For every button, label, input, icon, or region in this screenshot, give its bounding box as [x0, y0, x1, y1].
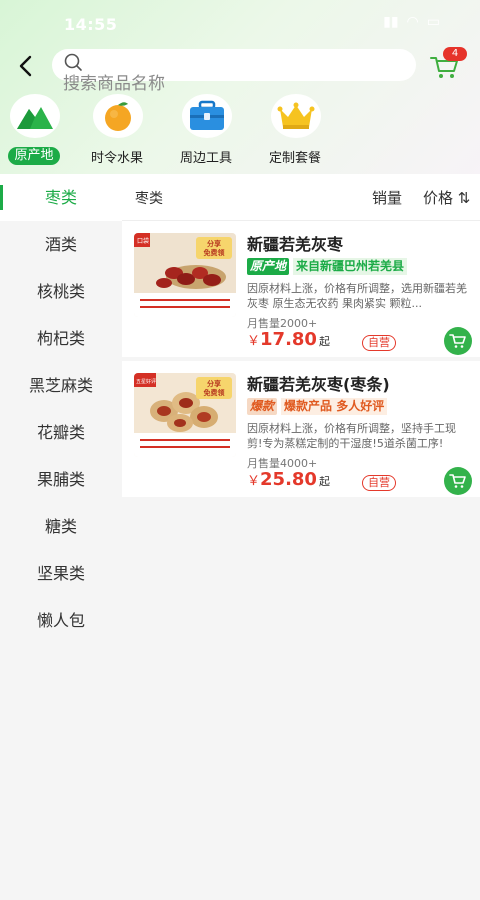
image-free-label: 免费领: [204, 248, 225, 257]
crown-icon: [271, 94, 321, 138]
add-to-cart-button[interactable]: [444, 467, 472, 495]
wifi-icon: ◠: [406, 14, 419, 30]
cart-add-icon: [449, 474, 466, 488]
back-button[interactable]: [12, 50, 40, 82]
product-title: 新疆若羌灰枣: [247, 235, 344, 254]
product-panel: 枣类 销量 价格 ⇅ 口袋 分享 免费领 新疆若羌灰枣 原产地 来自新疆巴州若羌…: [122, 174, 480, 900]
active-indicator: [0, 185, 3, 210]
sidebar-item-sugar[interactable]: 糖类: [0, 503, 122, 550]
image-share-label: 分享: [207, 239, 221, 248]
product-image: 口袋 分享 免费领: [134, 233, 236, 317]
price-suffix: 起: [318, 475, 330, 488]
product-card[interactable]: 五星好评 分享 免费领 新疆若羌灰枣(枣条) 爆款 爆款产品 多人好评 因原材料…: [122, 361, 480, 497]
image-corner-label: 五星好评: [136, 378, 156, 385]
sidebar-item-dates[interactable]: 枣类: [0, 174, 122, 221]
sort-bar: 枣类 销量 价格 ⇅: [122, 174, 480, 221]
cart-count-badge: 4: [443, 47, 467, 61]
image-corner-label: 口袋: [137, 237, 149, 245]
sidebar-item-goji[interactable]: 枸杞类: [0, 315, 122, 362]
product-card[interactable]: 口袋 分享 免费领 新疆若羌灰枣 原产地 来自新疆巴州若羌县 因原材料上涨，价格…: [122, 221, 480, 357]
orange-fruit-icon: [93, 94, 143, 138]
price-value: 25.80: [260, 469, 317, 490]
category-fruit[interactable]: 时令水果: [73, 92, 161, 168]
sidebar-item-lazy-pack[interactable]: 懒人包: [0, 597, 122, 644]
product-price: ￥17.80 起: [247, 329, 330, 350]
sidebar-item-walnut[interactable]: 核桃类: [0, 268, 122, 315]
sidebar-item-label: 枣类: [44, 188, 77, 207]
category-title: 枣类: [135, 191, 163, 207]
sort-by-price-button[interactable]: 价格 ⇅: [423, 187, 470, 208]
chevron-left-icon: [19, 55, 32, 77]
sidebar: 枣类 酒类 核桃类 枸杞类 黑芝麻类 花瓣类 果脯类 糖类 坚果类 懒人包: [0, 174, 122, 900]
image-share-label: 分享: [207, 379, 221, 388]
toolbox-icon: [182, 94, 232, 138]
category-label: 周边工具: [179, 151, 232, 166]
category-label: 定制套餐: [268, 151, 321, 166]
search-box[interactable]: 搜索商品名称: [52, 49, 416, 94]
product-title: 新疆若羌灰枣(枣条): [247, 375, 390, 394]
origin-tag: 原产地: [247, 257, 290, 275]
tag-text: 来自新疆巴州若羌县: [293, 257, 408, 275]
signal-icon: ▮▮: [383, 14, 399, 30]
category-origin[interactable]: 原产地: [0, 92, 78, 168]
sidebar-item-nuts[interactable]: 坚果类: [0, 550, 122, 597]
sidebar-item-liquor[interactable]: 酒类: [0, 221, 122, 268]
hot-tag: 爆款: [247, 397, 278, 415]
add-to-cart-button[interactable]: [444, 327, 472, 355]
category-bar: 原产地 时令水果 周边工具 定制套餐: [0, 92, 480, 168]
category-label: 原产地: [8, 147, 60, 165]
search-input[interactable]: 搜索商品名称: [63, 69, 165, 94]
tag-text: 爆款产品 多人好评: [281, 397, 388, 415]
status-time: 14:55: [64, 15, 118, 34]
battery-icon: ▭: [426, 14, 440, 30]
currency-symbol: ￥: [247, 334, 261, 349]
price-suffix: 起: [318, 335, 330, 348]
product-description: 因原材料上涨，价格有所调整，选用新疆若羌灰枣 原生态无农药 果肉紧实 颗粒...: [247, 282, 467, 310]
self-operated-badge: 自营: [362, 335, 396, 351]
price-value: 17.80: [260, 329, 317, 350]
cart-add-icon: [449, 334, 466, 348]
category-package[interactable]: 定制套餐: [251, 92, 339, 168]
image-free-label: 免费领: [204, 388, 225, 397]
product-price: ￥25.80 起: [247, 469, 330, 490]
sort-by-sales-button[interactable]: 销量: [372, 187, 402, 208]
category-label: 时令水果: [90, 151, 143, 166]
product-tagline: 爆款 爆款产品 多人好评: [247, 397, 388, 415]
sidebar-item-black-sesame[interactable]: 黑芝麻类: [0, 362, 122, 409]
status-icons: ▮▮ ◠ ▭: [383, 14, 440, 30]
sidebar-item-dried-fruit[interactable]: 果脯类: [0, 456, 122, 503]
category-tools[interactable]: 周边工具: [162, 92, 250, 168]
status-bar: 14:55 ▮▮ ◠ ▭: [0, 0, 480, 44]
product-image: 五星好评 分享 免费领: [134, 373, 236, 457]
product-description: 因原材料上涨，价格有所调整，坚持手工现剪!专为蒸糕定制的干湿度!5道杀菌工序!: [247, 422, 456, 450]
self-operated-badge: 自营: [362, 475, 396, 491]
currency-symbol: ￥: [247, 474, 261, 489]
product-tagline: 原产地 来自新疆巴州若羌县: [247, 257, 408, 275]
mountain-icon: [10, 94, 60, 138]
sidebar-item-petals[interactable]: 花瓣类: [0, 409, 122, 456]
